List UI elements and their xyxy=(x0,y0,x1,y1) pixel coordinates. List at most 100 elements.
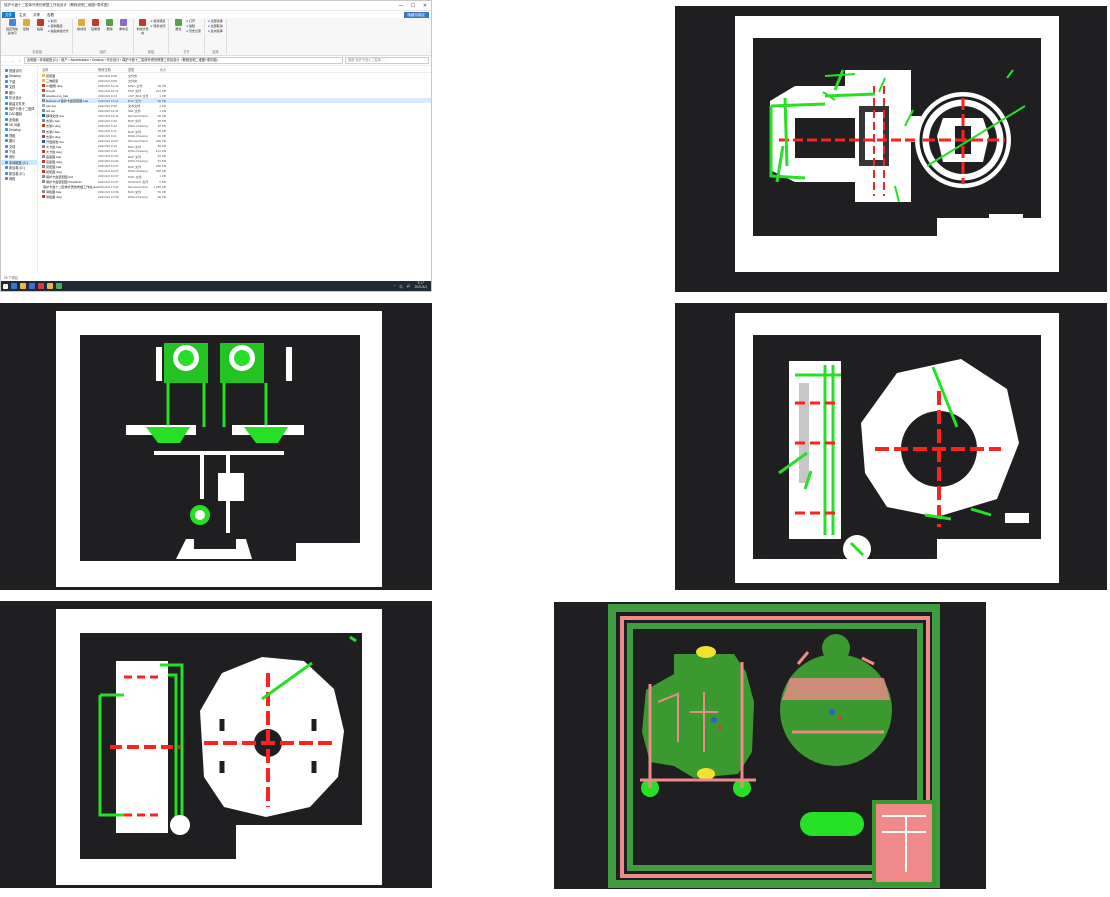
ribbon-button[interactable]: 复制到 xyxy=(90,19,102,31)
file-name-cell: acadiso.lsp_bak xyxy=(42,94,98,98)
tab-file[interactable]: 文件 xyxy=(2,11,15,18)
ribbon-button[interactable]: 属性 xyxy=(172,19,184,31)
file-name: 滑板图.dwg xyxy=(46,195,62,200)
folder-icon xyxy=(5,133,8,137)
ribbon-group-items: 属性打开编辑历史记录 xyxy=(172,19,201,33)
ribbon-group-name: 选择 xyxy=(212,50,219,54)
ribbon-small-button[interactable]: 打开 xyxy=(186,19,201,23)
file-name-cell: Backup of 保护卡盘装配图.bak xyxy=(42,98,98,103)
volume-icon[interactable]: 🔊 xyxy=(407,284,411,288)
file-type: DWG Drawing xyxy=(128,149,148,154)
file-size: 48 KB xyxy=(157,123,166,128)
column-name[interactable]: 名称 xyxy=(42,67,98,72)
file-type: SCADOC 文件 xyxy=(128,180,148,184)
ribbon-small-button[interactable]: 反向选择 xyxy=(208,29,223,33)
file-date: 2021/4/2 9:08 xyxy=(98,73,117,78)
start-icon[interactable] xyxy=(3,283,8,289)
file-type-icon xyxy=(42,84,45,88)
file-type: DWG Drawing xyxy=(128,169,148,174)
column-size[interactable]: 大小 xyxy=(148,67,168,72)
ribbon-small-button[interactable]: 全部选择 xyxy=(208,19,223,23)
file-size: 86 KB xyxy=(157,144,166,149)
file-row[interactable]: 滑板图.dwg 2021/3/2 10:06 DWG Drawing 68 KB xyxy=(42,194,431,199)
close-button[interactable]: ✕ xyxy=(419,3,431,9)
ribbon-button[interactable]: 固定到快速访问 xyxy=(6,19,18,35)
nav-item-label: 下载 xyxy=(9,150,16,155)
ribbon-button-label: 删除 xyxy=(106,27,113,31)
file-name: plot.log xyxy=(46,103,56,108)
folder-icon xyxy=(5,69,8,73)
ribbon-button[interactable]: 移动到 xyxy=(76,19,88,31)
file-name-cell: A4图框.dwg xyxy=(42,83,98,88)
ribbon-group-items: 新建文件夹新建项目轻松访问 xyxy=(137,19,165,35)
tab-home[interactable]: 主页 xyxy=(16,12,29,18)
file-name: A4.pdf xyxy=(46,88,55,93)
clock-date: 2021/4/2 xyxy=(414,285,427,289)
ribbon-button[interactable]: 复制 xyxy=(20,19,32,31)
ribbon-small-button[interactable]: 新建项目 xyxy=(151,19,165,23)
maximize-button[interactable]: ☐ xyxy=(407,3,419,9)
folder-icon xyxy=(5,96,8,100)
tab-view[interactable]: 查看 xyxy=(44,12,57,18)
ribbon-group-name: 组织 xyxy=(99,50,106,54)
taskbar-app-icon[interactable] xyxy=(20,283,26,289)
taskbar-app-icon[interactable] xyxy=(38,283,44,289)
ribbon-small-button[interactable]: 全部取消 xyxy=(208,24,223,28)
taskbar-app-icon[interactable] xyxy=(56,283,62,289)
folder-icon xyxy=(5,79,8,83)
ribbon-button-label: 固定到快速访问 xyxy=(6,27,19,35)
clock[interactable]: 9:17 2021/4/2 xyxy=(415,282,427,289)
taskbar-app-icon[interactable] xyxy=(11,283,17,289)
nav-item-label: 此电脑 xyxy=(9,117,19,122)
file-date: 2021/3/2 9:10 xyxy=(98,149,117,154)
file-size: 56 KB xyxy=(157,113,166,118)
ribbon-group-name: 剪贴板 xyxy=(32,50,43,54)
ribbon-button-icon xyxy=(36,19,44,26)
ime-icon[interactable]: 中 xyxy=(399,284,402,289)
ribbon-small-button[interactable]: 粘贴快捷方式 xyxy=(48,29,69,33)
ribbon-small-button[interactable]: 剪切 xyxy=(48,19,69,23)
ribbon-button-label: 粘贴 xyxy=(36,27,43,31)
column-date[interactable]: 修改日期 xyxy=(98,67,128,72)
ribbon-small-button[interactable]: 复制路径 xyxy=(48,24,69,28)
nav-item[interactable]: 网络 xyxy=(1,176,37,181)
ribbon-small-button[interactable]: 历史记录 xyxy=(186,29,201,33)
forward-button[interactable]: → xyxy=(10,58,15,63)
ribbon-button[interactable]: 重命名 xyxy=(118,19,130,31)
search-input[interactable]: 搜索"保护卡盘十二腔体..." xyxy=(345,57,429,64)
ribbon-small-button[interactable]: 编辑 xyxy=(186,24,201,28)
file-type: Microsoft Word xyxy=(128,113,148,118)
file-date: 2021/3/4 9:44 xyxy=(98,93,117,98)
system-tray: ^ 中 🔊 9:17 2021/4/2 xyxy=(394,282,431,289)
up-button[interactable]: ↑ xyxy=(17,58,22,63)
address-bar[interactable]: 此电脑 › 本地磁盘 (C:) › 用户 › Administrator › D… xyxy=(24,57,343,64)
tray-expand-icon[interactable]: ^ xyxy=(394,284,396,288)
ribbon-button[interactable]: 删除 xyxy=(104,19,116,31)
nav-item-label: Desktop xyxy=(9,74,21,79)
ribbon-tabs: 文件 主页 共享 查看 隐藏功能区 xyxy=(1,11,431,18)
minimize-button[interactable]: — xyxy=(395,3,407,9)
ribbon-group: 属性打开编辑历史记录打开 xyxy=(169,19,206,54)
file-size: 39 KB xyxy=(157,129,166,134)
taskbar-app-icon[interactable] xyxy=(29,283,35,289)
ribbon-button[interactable]: 新建文件夹 xyxy=(137,19,149,35)
ribbon-button-icon xyxy=(22,19,30,26)
ribbon-button[interactable]: 粘贴 xyxy=(34,19,46,31)
back-button[interactable]: ← xyxy=(3,58,8,63)
file-size: 68 KB xyxy=(157,194,166,199)
file-date: 2021/3/2 9:10 xyxy=(98,144,117,149)
ribbon-small-buttons: 打开编辑历史记录 xyxy=(186,19,201,33)
file-type: SEL 文件 xyxy=(128,109,141,114)
folder-icon xyxy=(5,177,8,180)
file-type-icon xyxy=(42,169,45,173)
file-date: 2021/3/2 9:56 xyxy=(98,103,117,108)
ribbon-small-button[interactable]: 轻松访问 xyxy=(151,24,165,28)
file-date: 2021/3/2 10:11 xyxy=(98,108,119,113)
taskbar-app-icon[interactable] xyxy=(47,283,53,289)
file-type: BAK 文件 xyxy=(128,119,142,124)
column-type[interactable]: 类型 xyxy=(128,67,148,72)
ribbon-group-items: 移动到 复制到 删除 重命名 xyxy=(76,19,130,31)
ribbon-button-label: 重命名 xyxy=(119,27,129,31)
tab-share[interactable]: 共享 xyxy=(30,12,43,18)
drawing-assembly-colored xyxy=(554,602,986,889)
